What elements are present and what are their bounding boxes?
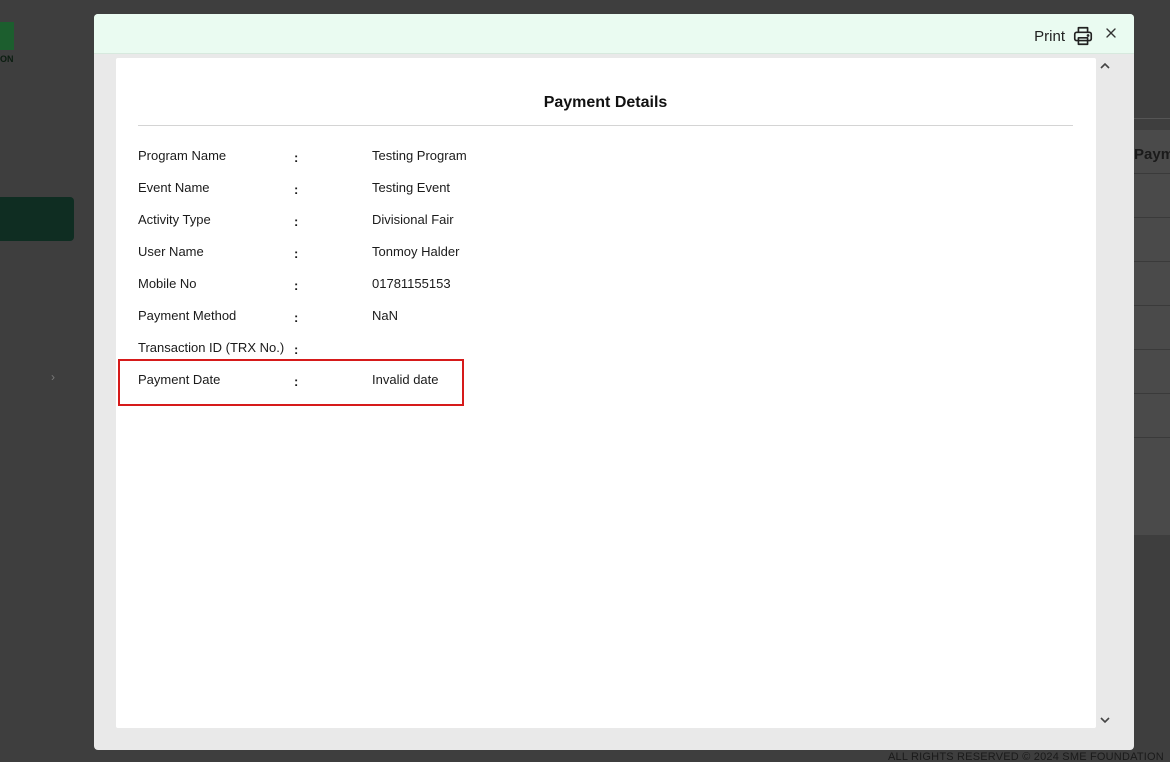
table-row	[1134, 394, 1170, 438]
detail-label: Event Name	[138, 180, 210, 195]
background-divider	[1134, 118, 1170, 119]
detail-value: Testing Program	[372, 148, 467, 163]
logo-text: ON	[0, 54, 14, 64]
detail-label: Mobile No	[138, 276, 197, 291]
printer-icon	[1073, 26, 1093, 46]
footer-text: ALL RIGHTS RESERVED © 2024 SME FOUNDATIO…	[888, 751, 1164, 762]
table-row	[1134, 174, 1170, 218]
print-label: Print	[1034, 27, 1065, 45]
detail-separator: :	[294, 342, 299, 357]
table-row	[1134, 262, 1170, 306]
table-row	[1134, 130, 1170, 174]
detail-value: 01781155153	[372, 276, 451, 291]
detail-separator: :	[294, 214, 299, 229]
scroll-up-icon[interactable]	[1098, 60, 1112, 72]
detail-value: Testing Event	[372, 180, 451, 195]
scroll-down-icon[interactable]	[1098, 714, 1112, 726]
detail-separator: :	[294, 246, 299, 261]
detail-value: Divisional Fair	[372, 212, 454, 227]
detail-separator: :	[294, 150, 299, 165]
table-row	[1134, 306, 1170, 350]
detail-label: Transaction ID (TRX No.)	[138, 340, 285, 355]
sidebar-active-item	[0, 197, 74, 241]
background-table: Paym	[1134, 130, 1170, 535]
table-row	[1134, 350, 1170, 394]
table-row	[1134, 218, 1170, 262]
logo-mark	[0, 22, 14, 50]
modal-header: Print	[94, 14, 1134, 54]
detail-separator: :	[294, 278, 299, 293]
detail-separator: :	[294, 310, 299, 325]
detail-separator: :	[294, 182, 299, 197]
chevron-right-icon: ›	[51, 370, 55, 384]
page-title: Payment Details	[543, 94, 668, 111]
print-button[interactable]: Print	[1034, 25, 1094, 47]
detail-label: Activity Type	[138, 212, 211, 227]
detail-value: Tonmoy Halder	[372, 244, 460, 259]
detail-label: Payment Method	[138, 308, 237, 323]
app-logo: ON	[0, 22, 16, 66]
detail-label: User Name	[138, 244, 204, 259]
detail-label: Program Name	[138, 148, 227, 163]
close-icon[interactable]	[1104, 26, 1118, 40]
payment-date-highlight	[118, 359, 464, 406]
page-footer: ALL RIGHTS RESERVED © 2024 SME FOUNDATIO…	[888, 751, 1170, 762]
title-divider	[138, 125, 1073, 126]
detail-value: NaN	[372, 308, 399, 323]
